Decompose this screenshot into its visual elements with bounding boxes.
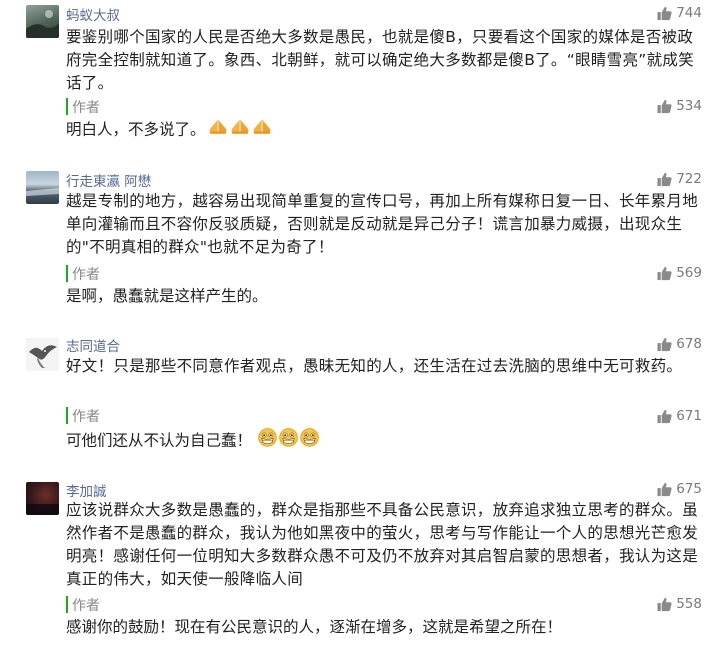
reply-like-button[interactable]: 671 [657, 408, 702, 424]
thumbs-up-icon [657, 337, 672, 352]
praying-hands-icon [208, 118, 228, 142]
reply-accent-bar [66, 98, 68, 115]
reply-author-label: 作者 [72, 409, 100, 425]
like-button[interactable]: 678 [657, 336, 702, 352]
comment-text: 好文！只是那些不同意作者观点，愚昧无知的人，还生活在过去洗脑的思维中无可救药。 [66, 357, 683, 375]
reply-text: 明白人，不多说了。 [66, 118, 272, 142]
like-count: 722 [676, 171, 702, 187]
avatar[interactable] [26, 171, 59, 204]
reply-accent-bar [66, 596, 68, 613]
reply-accent-bar [66, 265, 68, 282]
like-button[interactable]: 675 [657, 481, 702, 497]
avatar[interactable] [26, 5, 59, 38]
like-count: 671 [676, 408, 702, 424]
commenter-nickname[interactable]: 志同道合 [66, 335, 120, 355]
reply-text: 可他们还从不认为自己蠢！ [66, 428, 319, 454]
reply-text-body: 可他们还从不认为自己蠢！ [66, 431, 253, 450]
thumbs-up-icon [657, 6, 672, 21]
like-count: 678 [676, 336, 702, 352]
reply-author-label: 作者 [72, 100, 100, 116]
like-count: 534 [676, 98, 702, 114]
commenter-nickname[interactable]: 行走東瀛 阿懋 [66, 170, 151, 190]
praying-hands-icon [230, 118, 250, 142]
thumbs-up-icon [657, 172, 672, 187]
reply-like-button[interactable]: 534 [657, 98, 702, 114]
thumbs-up-icon [657, 266, 672, 281]
reply-author-label: 作者 [72, 598, 100, 614]
thumbs-up-icon [657, 99, 672, 114]
commenter-nickname[interactable]: 李加誠 [66, 480, 107, 500]
grin-emoji-icon [300, 428, 319, 454]
comment-text: 越是专制的地方，越容易出现简单重复的宣传口号，再加上所有媒称日复一日、长年累月地… [66, 192, 699, 256]
thumbs-up-icon [657, 597, 672, 612]
like-button[interactable]: 722 [657, 171, 702, 187]
comment-text: 要鉴别哪个国家的人民是否绝大多数是愚民，也就是傻B，只要看这个国家的媒体是否被政… [66, 28, 694, 92]
grin-emoji-icon [279, 428, 298, 454]
like-button[interactable]: 744 [657, 5, 702, 21]
reply-like-button[interactable]: 569 [657, 265, 702, 281]
reply-text: 感谢你的鼓励！现在有公民意识的人，逐渐在增多，这就是希望之所在！ [66, 618, 563, 636]
like-count: 558 [676, 596, 702, 612]
avatar[interactable] [26, 338, 59, 371]
reply-author-label: 作者 [72, 267, 100, 283]
like-count: 569 [676, 265, 702, 281]
reply-text: 是啊，愚蠢就是这样产生的。 [66, 287, 268, 305]
comment-text: 应该说群众大多数是愚蠢的，群众是指那些不具备公民意识，放弃追求独立思考的群众。虽… [66, 501, 699, 588]
avatar[interactable] [26, 482, 59, 515]
like-count: 675 [676, 481, 702, 497]
grin-emoji-icon [258, 428, 277, 454]
commenter-nickname[interactable]: 蚂蚁大叔 [66, 4, 120, 24]
thumbs-up-icon [657, 482, 672, 497]
reply-text-body: 明白人，不多说了。 [66, 120, 206, 139]
reply-like-button[interactable]: 558 [657, 596, 702, 612]
like-count: 744 [676, 5, 702, 21]
praying-hands-icon [252, 118, 272, 142]
reply-accent-bar [66, 407, 68, 424]
thumbs-up-icon [657, 409, 672, 424]
